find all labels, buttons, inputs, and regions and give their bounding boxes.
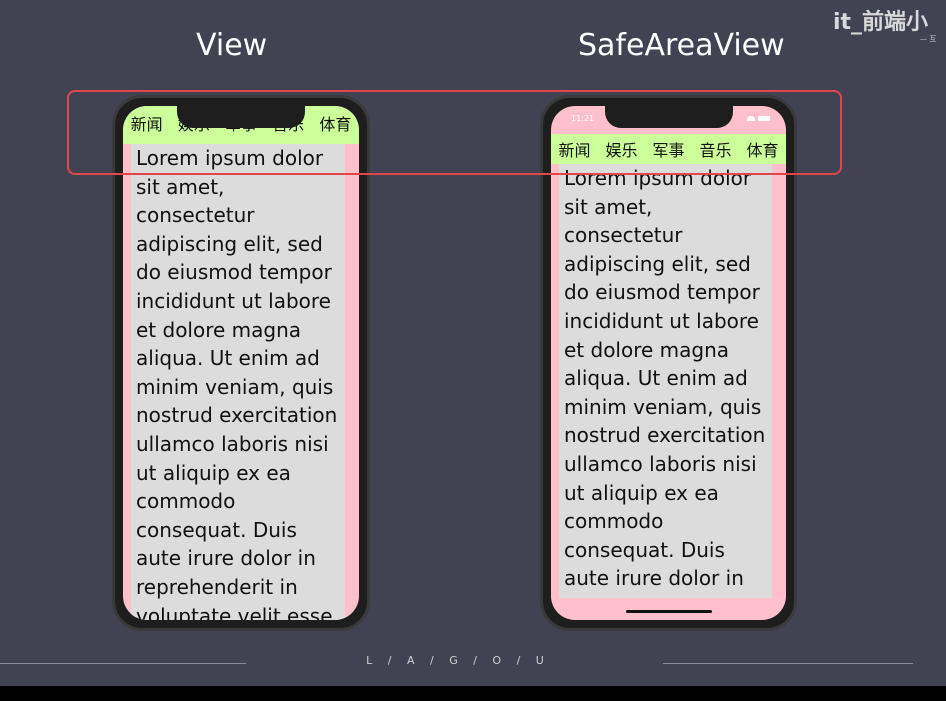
bottom-bar (0, 686, 946, 701)
lorem-content: Lorem ipsum dolor sit amet, consectetur … (131, 144, 345, 620)
lorem-content: Lorem ipsum dolor sit amet, consectetur … (559, 164, 772, 598)
watermark: it_前端小 (833, 10, 929, 35)
watermark-sub: — 互 (920, 35, 937, 43)
footer-divider (0, 663, 246, 664)
footer-divider (663, 663, 913, 664)
phone-safeareaview: 11:21 新闻 娱乐 军事 音乐 体育 Lorem ipsum dolor s… (540, 95, 797, 631)
phone-screen: 新闻 娱乐 军事 音乐 体育 Lorem ipsum dolor sit ame… (123, 106, 359, 620)
status-time: 11:21 (571, 114, 595, 123)
battery-icon (758, 116, 770, 121)
safeareaview-title: SafeAreaView (578, 28, 785, 63)
phone-notch (177, 106, 305, 128)
status-icons (747, 116, 770, 121)
view-title: View (196, 28, 268, 63)
wifi-icon (747, 116, 755, 121)
phone-notch (604, 106, 733, 128)
home-indicator (625, 610, 712, 613)
footer-brand: L / A / G / O / U (366, 654, 550, 667)
slide: View SafeAreaView it_前端小 — 互 新闻 娱乐 军事 音乐… (0, 0, 946, 686)
phone-view: 新闻 娱乐 军事 音乐 体育 Lorem ipsum dolor sit ame… (112, 95, 370, 631)
safe-area-highlight-box (67, 90, 842, 175)
phone-screen: 11:21 新闻 娱乐 军事 音乐 体育 Lorem ipsum dolor s… (551, 106, 786, 620)
